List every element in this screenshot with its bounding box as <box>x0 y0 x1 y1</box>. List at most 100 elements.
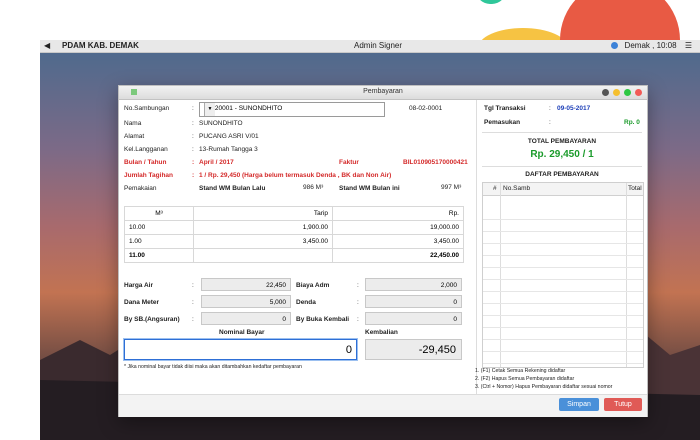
stand-ini-label: Stand WM Bulan ini <box>339 185 400 192</box>
shortcut-note: 2. (F2) Hapus Semua Pembayaran didaftar <box>475 376 575 382</box>
kembalian-field: -29,450 <box>365 339 462 360</box>
tgl-transaksi-value: 09-05-2017 <box>557 105 591 112</box>
pemasukan-label: Pemasukan <box>484 119 521 126</box>
col-header: Total <box>628 185 642 192</box>
alamat-label: Alamat <box>124 133 145 140</box>
table-cell: 1.00 <box>124 234 194 249</box>
shortcut-note: 3. (Ctrl + Nomor) Hapus Pembayaran didaf… <box>475 384 613 390</box>
bulan-tahun-value: April / 2017 <box>199 159 234 166</box>
user-name[interactable]: Demak <box>625 41 650 50</box>
dana-meter-field: 5,000 <box>201 295 291 308</box>
table-cell: 11.00 <box>124 248 194 263</box>
help-icon[interactable] <box>602 89 610 96</box>
sb-angsuran-label: By SB.(Angsuran) <box>124 316 180 323</box>
stand-ini-value: 997 M³ <box>441 184 462 191</box>
col-header: Tarip <box>193 206 333 221</box>
colon: : <box>357 282 359 289</box>
window-title: Pembayaran <box>363 88 403 95</box>
app-name: PDAM KAB. DEMAK <box>62 41 139 50</box>
harga-air-field: 22,450 <box>201 278 291 291</box>
bulan-tahun-label: Bulan / Tahun <box>124 159 167 166</box>
jumlah-tagihan-label: Jumlah Tagihan <box>124 172 173 179</box>
col-header: M³ <box>124 206 194 221</box>
divider <box>482 166 642 167</box>
payment-window: Pembayaran No.Sambungan : 08020001 - SUN… <box>118 85 648 417</box>
stand-lalu-value: 986 M³ <box>303 184 324 191</box>
nominal-bayar-input[interactable]: 0 <box>124 339 357 360</box>
total-pembayaran-label: TOTAL PEMBAYARAN <box>527 138 597 145</box>
buka-kembali-field: 0 <box>365 312 462 325</box>
denda-label: Denda <box>296 299 316 306</box>
nama-value: SUNONDHITO <box>199 120 243 127</box>
jumlah-tagihan-value: 1 / Rp. 29,450 (Harga belum termasuk Den… <box>199 172 392 179</box>
alamat-value: PUCANG ASRI V/01 <box>199 133 259 140</box>
col-header: Rp. <box>332 206 464 221</box>
denda-field: 0 <box>365 295 462 308</box>
table-cell: 19,000.00 <box>332 220 464 235</box>
table-header-row: M³ Tarip Rp. <box>124 206 464 221</box>
colon: : <box>192 282 194 289</box>
shortcut-note: 1. (F1) Cetak Semua Rekening didaftar <box>475 368 566 374</box>
total-pembayaran-value: Rp. 29,450 / 1 <box>530 149 594 160</box>
divider <box>482 132 642 133</box>
faktur-label: Faktur <box>339 159 359 166</box>
table-row <box>483 351 643 364</box>
colon: : <box>549 105 551 112</box>
kel-langganan-value: 13-Rumah Tangga 3 <box>199 146 258 153</box>
status-dot-icon <box>611 42 619 49</box>
clock: 10:08 <box>656 41 677 50</box>
window-titlebar[interactable]: Pembayaran <box>119 86 647 100</box>
menubar-title: Admin Signer <box>354 41 403 50</box>
no-sambungan-select[interactable]: 08020001 - SUNONDHITO ▼ <box>199 102 385 117</box>
colon: : <box>192 146 194 153</box>
nama-label: Nama <box>124 120 142 127</box>
table-total-row: 11.00 22,450.00 <box>124 248 464 263</box>
table-header-row: # No.Samb Total <box>483 183 643 196</box>
col-header: # <box>493 185 497 192</box>
save-button[interactable]: Simpan <box>559 398 599 411</box>
table-cell <box>193 248 333 263</box>
colon: : <box>192 133 194 140</box>
table-cell: 3,450.00 <box>332 234 464 249</box>
minimize-button[interactable] <box>613 89 621 96</box>
menubar: ◀ PDAM KAB. DEMAK Admin Signer Demak , 1… <box>40 40 700 53</box>
sb-angsuran-field: 0 <box>201 312 291 325</box>
daftar-pembayaran-table: # No.Samb Total <box>482 182 644 368</box>
table-cell: 10.00 <box>124 220 194 235</box>
colon: : <box>357 299 359 306</box>
colon: : <box>357 316 359 323</box>
biaya-adm-field: 2,000 <box>365 278 462 291</box>
stand-lalu-label: Stand WM Bulan Lalu <box>199 185 266 192</box>
decorative-circle-green <box>476 0 506 4</box>
customer-code: 08-02-0001 <box>409 105 443 112</box>
colon: : <box>192 316 194 323</box>
tgl-transaksi-label: Tgl Transaksi <box>484 105 526 112</box>
harga-air-label: Harga Air <box>124 282 154 289</box>
tarip-table: M³ Tarip Rp. 10.00 1,900.00 19,000.00 1.… <box>124 206 464 263</box>
dana-meter-label: Dana Meter <box>124 299 160 306</box>
colon: : <box>549 119 551 126</box>
buka-kembali-label: By Buka Kembali <box>296 316 350 323</box>
kel-langganan-label: Kel.Langganan <box>124 146 168 153</box>
colon: : <box>192 299 194 306</box>
zoom-button[interactable] <box>624 89 632 96</box>
menubar-right: Demak , 10:08 ☰ <box>611 41 692 50</box>
apple-icon[interactable]: ◀ <box>44 41 50 50</box>
table-cell: 3,450.00 <box>193 234 333 249</box>
biaya-adm-label: Biaya Adm <box>296 282 330 289</box>
table-row: 10.00 1,900.00 19,000.00 <box>124 220 464 235</box>
close-button[interactable]: Tutup <box>604 398 642 411</box>
close-window-button[interactable] <box>635 89 642 96</box>
panel-divider <box>476 100 477 394</box>
pemakaian-label: Pemakaian <box>124 185 157 192</box>
nominal-bayar-label: Nominal Bayar <box>219 329 265 336</box>
daftar-pembayaran-label: DAFTAR PEMBAYARAN <box>525 171 599 178</box>
colon: : <box>192 120 194 127</box>
table-row: 1.00 3,450.00 3,450.00 <box>124 234 464 249</box>
no-sambungan-value: 08020001 - SUNONDHITO <box>204 105 283 112</box>
colon: : <box>192 105 194 112</box>
table-cell: 22,450.00 <box>332 248 464 263</box>
chevron-down-icon[interactable]: ▼ <box>204 103 215 116</box>
menu-icon[interactable]: ☰ <box>685 41 692 50</box>
kembalian-label: Kembalian <box>365 329 398 336</box>
